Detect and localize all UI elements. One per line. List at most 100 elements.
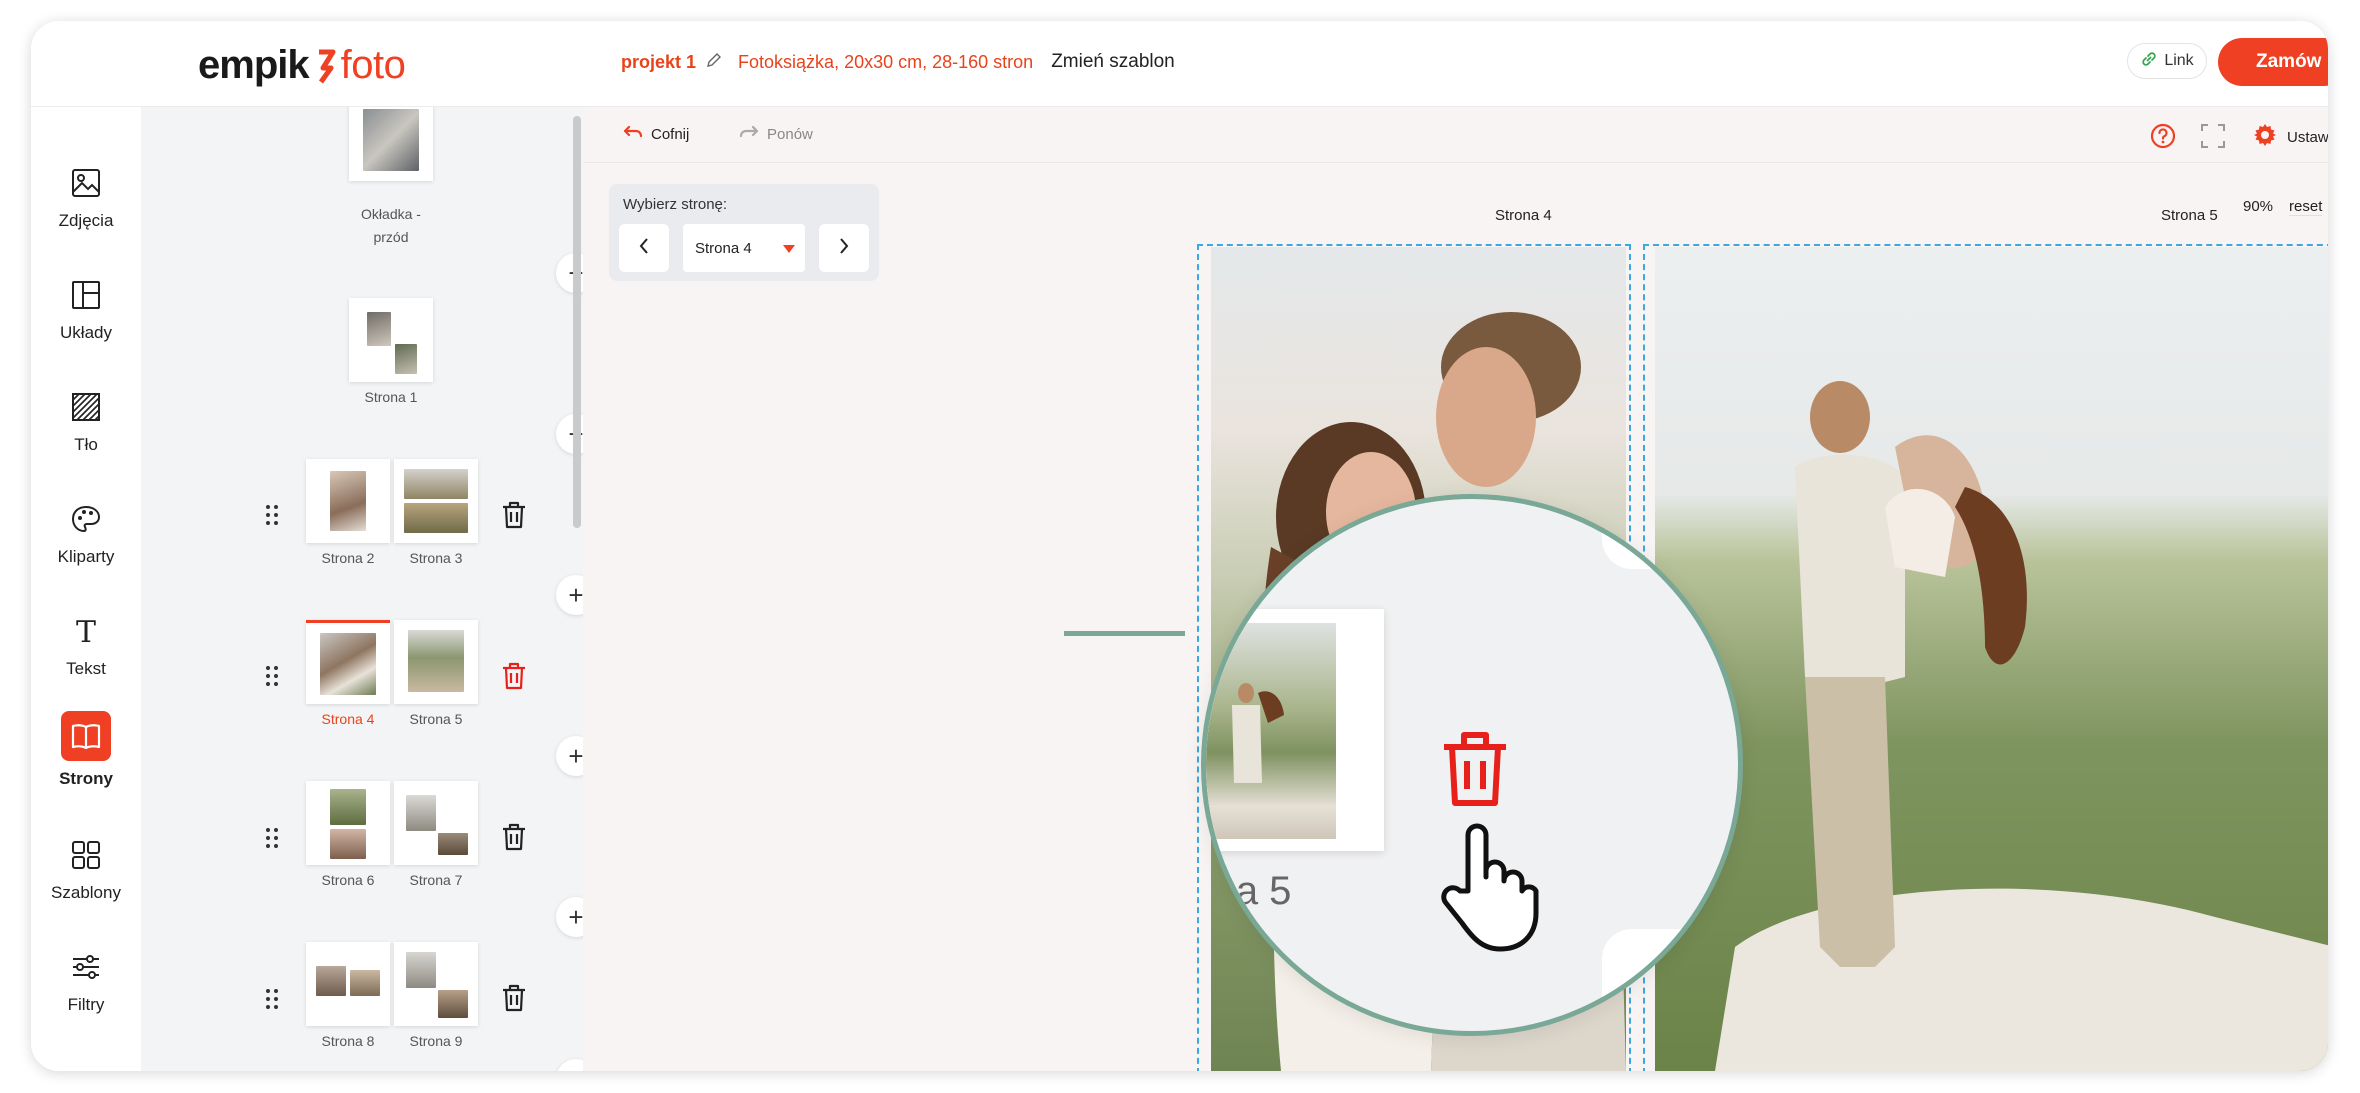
gear-icon — [2253, 123, 2277, 151]
chevron-right-icon — [838, 237, 850, 260]
page-thumbnail-4[interactable] — [306, 620, 390, 704]
page-picker: Wybierz stronę: Strona 4 — [609, 184, 879, 281]
magnified-page-label: rona 5 — [1206, 869, 1292, 913]
rail-label: Szablony — [51, 883, 121, 902]
magnifier-circle: rona 5 — [1201, 494, 1743, 1036]
delete-spread-trash-icon[interactable] — [501, 823, 527, 851]
page-thumbnail-label: Strona 3 — [409, 550, 463, 566]
logo-mark-icon — [315, 46, 337, 84]
delete-spread-trash-icon[interactable] — [501, 662, 527, 690]
panel-scrollbar[interactable] — [573, 116, 581, 528]
editor-window: empik foto projekt 1 Fotoksiążka, 20x30 … — [31, 21, 2328, 1071]
project-name[interactable]: projekt 1 — [621, 52, 696, 73]
page-thumbnail-2[interactable] — [306, 459, 390, 543]
logo-text-empik: empik — [198, 42, 310, 87]
rail-item-cliparts[interactable]: Kliparty — [31, 493, 141, 583]
page-select-dropdown[interactable]: Strona 4 — [683, 224, 805, 272]
delete-spread-trash-icon[interactable] — [501, 501, 527, 529]
magnified-page-thumbnail — [1206, 609, 1384, 851]
edit-pencil-icon[interactable] — [706, 52, 722, 73]
delete-spread-trash-icon[interactable] — [501, 984, 527, 1012]
page-thumbnail-label: Okładka - przód — [361, 206, 421, 245]
rail-label: Układy — [60, 323, 112, 342]
page-thumbnail-3[interactable] — [394, 459, 478, 543]
left-tool-rail: Zdjęcia Układy Tło Kliparty T Tekst Stro… — [31, 107, 141, 1071]
add-page-button[interactable]: + — [556, 897, 583, 937]
link-chain-icon — [2140, 50, 2158, 73]
editor-canvas: Cofnij Ponów Ustawi Wybierz stronę: Stro… — [583, 107, 2328, 1071]
redo-label: Ponów — [767, 125, 813, 143]
rail-item-layouts[interactable]: Układy — [31, 269, 141, 359]
empik-foto-logo[interactable]: empik foto — [198, 35, 406, 95]
page-thumbnail-label: Strona 7 — [409, 872, 463, 888]
clipart-icon — [68, 501, 104, 537]
settings-label: Ustawi — [2287, 128, 2328, 146]
zoom-level: 90% — [2243, 198, 2274, 215]
right-page-title: Strona 5 — [2161, 207, 2218, 224]
svg-text:T: T — [76, 615, 96, 647]
page-thumbnail-label: Strona 9 — [409, 1033, 463, 1049]
page-thumbnail-5[interactable] — [394, 620, 478, 704]
fullscreen-icon[interactable] — [2200, 123, 2226, 149]
rail-label: Zdjęcia — [58, 211, 114, 230]
page-thumbnail-7[interactable] — [394, 781, 478, 865]
rail-item-filters[interactable]: Filtry — [31, 941, 141, 1031]
templates-icon — [68, 837, 104, 873]
magnifier-corner-shape — [1602, 499, 1712, 569]
page-thumbnail-label: Strona 2 — [321, 550, 375, 566]
rail-label: Tekst — [66, 659, 106, 678]
undo-button[interactable]: Cofnij — [623, 125, 689, 143]
page-thumbnail-1[interactable] — [349, 298, 433, 382]
page-thumbnail-8[interactable] — [306, 942, 390, 1026]
rail-label: Tło — [74, 435, 98, 454]
pages-panel: Okładka - przód + Strona 1 + Strona 2 St… — [141, 107, 583, 1071]
page-thumbnail-6[interactable] — [306, 781, 390, 865]
page-select-value: Strona 4 — [695, 239, 752, 257]
page-thumbnail-label: Strona 1 — [364, 389, 418, 405]
project-info: projekt 1 Fotoksiążka, 20x30 cm, 28-160 … — [621, 51, 1175, 73]
help-question-icon[interactable] — [2150, 123, 2176, 149]
magnifier-corner-shape — [1602, 929, 1712, 1031]
filters-icon — [68, 949, 104, 985]
text-icon: T — [68, 613, 104, 649]
previous-page-button[interactable] — [619, 224, 669, 272]
drag-handle-icon[interactable] — [265, 827, 279, 849]
rail-label: Strony — [59, 769, 113, 788]
magnifier-callout-line — [1064, 631, 1185, 636]
zoom-controls: 90% reset - — [2243, 198, 2328, 216]
redo-arrow-icon — [739, 125, 759, 143]
couple-photo-right-page[interactable] — [1655, 247, 2328, 1071]
rail-item-templates[interactable]: Szablony — [31, 829, 141, 919]
drag-handle-icon[interactable] — [265, 665, 279, 687]
image-icon — [68, 165, 104, 201]
redo-button[interactable]: Ponów — [739, 125, 813, 143]
rail-label: Filtry — [67, 995, 105, 1014]
canvas-toolbar: Cofnij Ponów Ustawi — [583, 107, 2328, 163]
settings-button[interactable]: Ustawi — [2253, 123, 2328, 151]
add-page-button[interactable]: + — [556, 575, 583, 615]
link-button[interactable]: Link — [2127, 43, 2207, 79]
undo-label: Cofnij — [651, 125, 690, 143]
dropdown-caret-icon — [783, 245, 795, 253]
drag-handle-icon[interactable] — [265, 504, 279, 526]
rail-item-background[interactable]: Tło — [31, 381, 141, 471]
top-bar: empik foto projekt 1 Fotoksiążka, 20x30 … — [31, 21, 2328, 107]
add-page-button[interactable]: + — [556, 736, 583, 776]
rail-item-photos[interactable]: Zdjęcia — [31, 157, 141, 247]
add-page-button[interactable]: + — [556, 1059, 583, 1071]
next-page-button[interactable] — [819, 224, 869, 272]
magnified-pointer-hand-icon — [1438, 821, 1542, 953]
drag-handle-icon[interactable] — [265, 988, 279, 1010]
logo-text-foto: foto — [340, 42, 406, 87]
page-thumbnail-label: Strona 5 — [409, 711, 463, 727]
page-thumbnail-label-active: Strona 4 — [321, 711, 375, 727]
change-template-link[interactable]: Zmień szablon — [1051, 51, 1175, 73]
rail-label: Kliparty — [57, 547, 115, 566]
rail-item-text[interactable]: T Tekst — [31, 605, 141, 695]
page-thumbnail-cover[interactable] — [349, 107, 433, 181]
zoom-reset-button[interactable]: reset — [2289, 198, 2323, 216]
order-button[interactable]: Zamów — [2218, 38, 2328, 86]
left-page-title: Strona 4 — [1495, 207, 1552, 224]
page-thumbnail-9[interactable] — [394, 942, 478, 1026]
rail-item-pages[interactable]: Strony — [31, 711, 141, 801]
